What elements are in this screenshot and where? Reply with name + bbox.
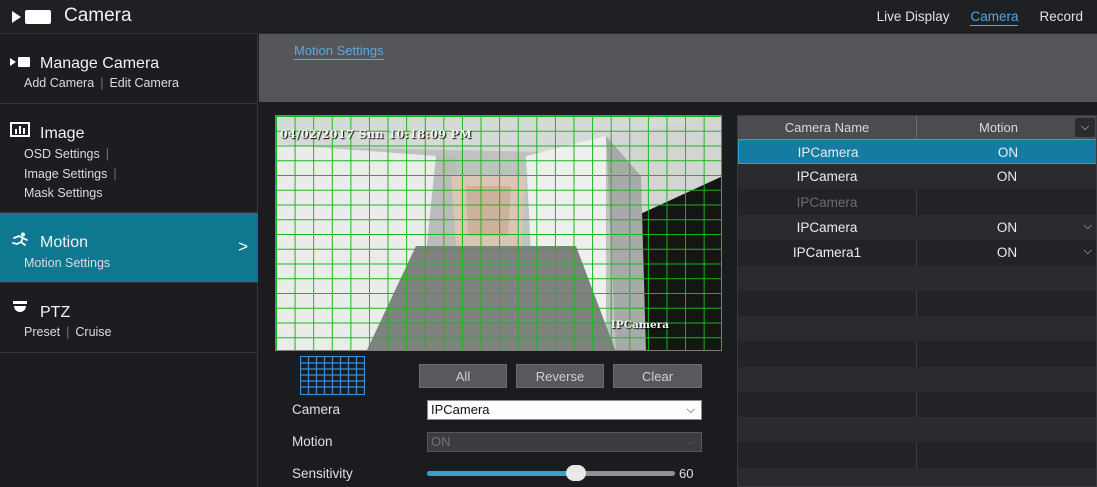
table-row[interactable]: IPCamera1 ON ⌵	[738, 240, 1096, 265]
divider: |	[100, 76, 104, 90]
motion-grid-overlay[interactable]	[276, 116, 721, 350]
video-preview[interactable]: 04/02/2017 Sun 10:18:09 PM IPCamera	[275, 115, 722, 351]
motion-cell: ON	[996, 169, 1018, 185]
sensitivity-value: 60	[679, 466, 694, 481]
motion-select[interactable]: ON ⌵	[427, 432, 702, 452]
clear-button[interactable]: Clear	[613, 364, 702, 388]
motion-cell: ON	[997, 145, 1019, 160]
chevron-down-icon[interactable]: ⌵	[1084, 220, 1092, 233]
sidebar-subitems: Add Camera | Edit Camera	[24, 76, 179, 90]
reverse-button[interactable]: Reverse	[516, 364, 604, 388]
motion-label: Motion	[292, 434, 333, 449]
chevron-down-icon[interactable]: ⌵	[1084, 245, 1092, 258]
column-header-motion[interactable]: Motion	[917, 120, 1080, 135]
column-header-camera-name[interactable]: Camera Name	[738, 120, 916, 135]
grid-area-icon[interactable]	[300, 356, 365, 395]
table-header: Camera Name Motion ⌵	[738, 116, 1096, 139]
sidebar-title-manage-camera[interactable]: Manage Camera	[40, 55, 159, 73]
sensitivity-slider[interactable]	[427, 465, 675, 481]
camera-select[interactable]: IPCamera ⌵	[427, 400, 702, 420]
sidebar-subitems: Motion Settings	[24, 256, 110, 270]
camera-label: Camera	[292, 402, 341, 417]
sidebar-title-image[interactable]: Image	[40, 125, 84, 143]
sidebar-item-add-camera[interactable]: Add Camera	[24, 76, 94, 90]
motion-select-value: ON	[431, 434, 451, 449]
table-row	[738, 443, 1096, 468]
table-row	[738, 467, 1096, 486]
top-nav: Live Display Camera Record	[877, 9, 1083, 26]
table-row	[738, 316, 1096, 342]
app-window: Camera Live Display Camera Record Manage…	[0, 0, 1097, 487]
motion-cell[interactable]: ON	[917, 245, 1096, 260]
sidebar-section-motion[interactable]: Motion > Motion Settings	[0, 213, 258, 283]
sidebar-item-osd-settings-row: OSD Settings |	[24, 147, 115, 161]
sidebar-section-ptz: PTZ Preset | Cruise	[0, 283, 258, 353]
sidebar-item-image-settings[interactable]: Image Settings	[24, 167, 107, 181]
sensitivity-slider-thumb[interactable]	[565, 465, 586, 481]
sensitivity-label: Sensitivity	[292, 466, 353, 481]
content-header: Motion Settings	[259, 34, 1097, 102]
sidebar: Manage Camera Add Camera | Edit Camera Ima…	[0, 34, 258, 487]
ptz-dome-icon	[13, 301, 27, 312]
camera-name-cell: IPCamera	[796, 169, 858, 185]
select-all-button[interactable]: All	[419, 364, 507, 388]
table-row	[738, 366, 1096, 392]
sidebar-title-motion[interactable]: Motion	[40, 234, 88, 252]
chevron-down-icon: ⌵	[686, 404, 695, 416]
table-row	[738, 392, 1096, 417]
nav-live-display[interactable]: Live Display	[877, 9, 950, 26]
nav-record[interactable]: Record	[1039, 9, 1083, 26]
camera-icon	[10, 57, 30, 67]
divider: |	[66, 325, 70, 339]
sidebar-item-motion-settings[interactable]: Motion Settings	[24, 256, 110, 270]
table-row	[738, 265, 1096, 291]
running-person-icon	[12, 232, 28, 246]
sidebar-item-cruise[interactable]: Cruise	[75, 325, 111, 339]
camera-name-cell: IPCamera	[796, 194, 858, 210]
video-timestamp: 04/02/2017 Sun 10:18:09 PM	[280, 128, 473, 141]
sidebar-section-image: Image OSD Settings | Image Settings | Mask…	[0, 104, 258, 213]
image-settings-icon	[10, 122, 30, 137]
camera-name-cell: IPCamera	[797, 145, 859, 160]
sidebar-item-edit-camera[interactable]: Edit Camera	[109, 76, 178, 90]
table-row[interactable]: IPCamera	[738, 190, 1096, 215]
camera-name-cell: IPCamera	[796, 219, 858, 235]
tab-motion-settings[interactable]: Motion Settings	[294, 43, 384, 60]
camera-select-value: IPCamera	[431, 402, 490, 417]
divider: |	[113, 167, 117, 181]
sidebar-title-ptz[interactable]: PTZ	[40, 304, 70, 322]
table-row[interactable]: IPCamera ON	[738, 139, 1096, 164]
sidebar-item-osd-settings[interactable]: OSD Settings	[24, 147, 100, 161]
table-row	[738, 341, 1096, 366]
table-row	[738, 291, 1096, 316]
sidebar-subitems: Preset | Cruise	[24, 325, 112, 339]
sidebar-item-image-settings-row: Image Settings |	[24, 167, 123, 181]
divider: |	[105, 147, 109, 161]
sidebar-section-manage-camera: Manage Camera Add Camera | Edit Camera	[0, 34, 258, 104]
video-camera-label: IPCamera	[610, 319, 669, 331]
chevron-right-icon: >	[238, 237, 248, 256]
chevron-down-icon[interactable]: ⌵	[1075, 118, 1095, 137]
sensitivity-slider-fill	[427, 471, 576, 476]
nav-camera[interactable]: Camera	[970, 9, 1019, 26]
camera-logo-icon	[12, 10, 51, 24]
motion-cell[interactable]: ON	[917, 220, 1096, 235]
camera-table: Camera Name Motion ⌵ IPCamera ON IPCamera O…	[737, 115, 1097, 487]
chevron-down-icon: ⌵	[686, 436, 695, 448]
app-title: Camera	[64, 5, 132, 26]
table-row	[738, 417, 1096, 443]
table-row[interactable]: IPCamera ON	[738, 164, 1096, 190]
sidebar-item-preset[interactable]: Preset	[24, 325, 60, 339]
camera-name-cell: IPCamera1	[792, 245, 862, 261]
top-bar: Camera Live Display Camera Record	[0, 0, 1097, 34]
table-row[interactable]: IPCamera ON ⌵	[738, 214, 1096, 240]
sidebar-item-mask-settings[interactable]: Mask Settings	[24, 186, 103, 200]
sidebar-item-mask-settings-row: Mask Settings	[24, 186, 103, 200]
